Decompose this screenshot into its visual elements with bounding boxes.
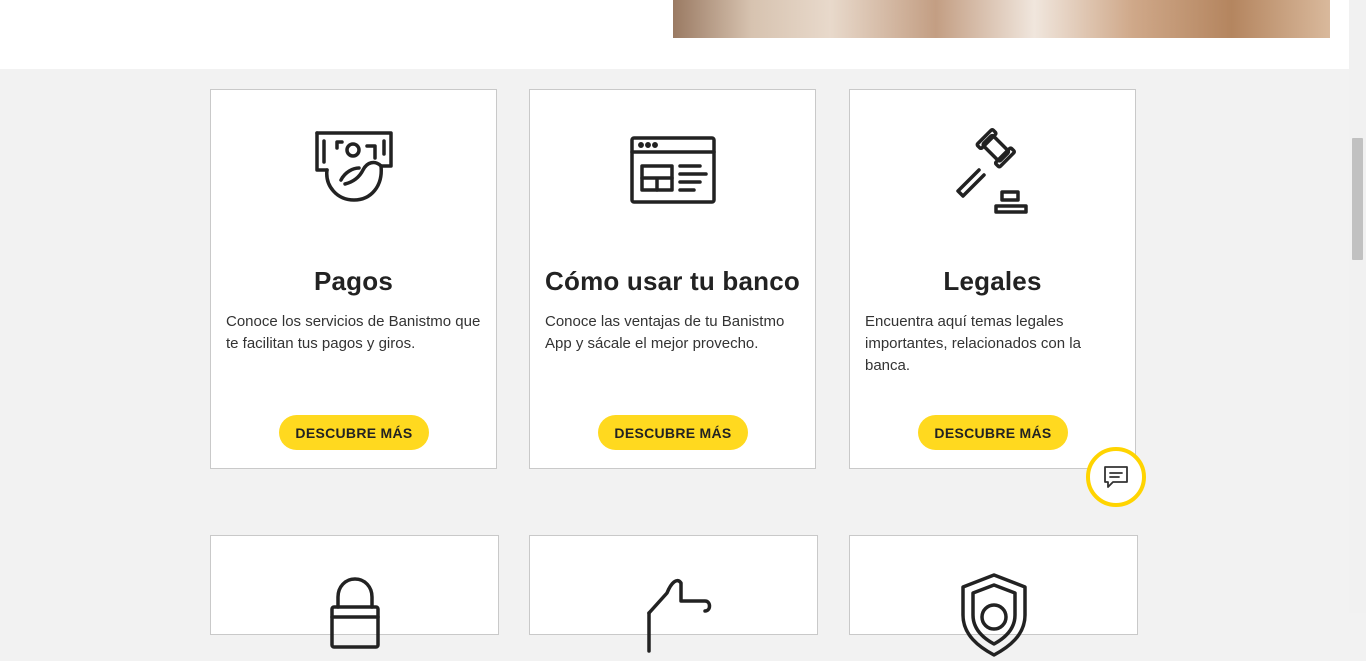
shield-check-icon — [949, 571, 1039, 661]
card-protection — [849, 535, 1138, 657]
chat-button[interactable] — [1086, 447, 1146, 507]
card-description: Conoce las ventajas de tu Banistmo App y… — [545, 313, 785, 352]
scrollbar-track[interactable] — [1349, 0, 1366, 613]
card-title: Pagos — [313, 266, 394, 296]
gavel-icon — [948, 128, 1038, 218]
discover-more-button[interactable]: DESCUBRE MÁS — [918, 415, 1068, 450]
browser-window-icon — [628, 128, 718, 218]
scrollbar-thumb[interactable] — [1352, 138, 1363, 260]
payment-hand-icon — [309, 128, 399, 218]
chat-bubble-icon — [1102, 463, 1130, 491]
card-benefits — [529, 535, 818, 653]
hero-banner-image — [673, 0, 1330, 38]
card-description: Conoce los servicios de Banistmo que te … — [226, 313, 481, 352]
discover-more-button[interactable]: DESCUBRE MÁS — [598, 415, 748, 450]
card-pagos: Pagos Conoce los servicios de Banistmo q… — [210, 89, 497, 469]
card-title: Legales — [943, 266, 1042, 296]
card-description: Encuentra aquí temas legales importantes… — [865, 313, 1081, 374]
top-section — [0, 0, 1349, 69]
card-title: Cómo usar tu banco — [545, 266, 800, 296]
thumbs-up-icon — [629, 571, 719, 661]
card-security — [210, 535, 499, 649]
lock-icon — [310, 571, 400, 661]
discover-more-button[interactable]: DESCUBRE MÁS — [279, 415, 429, 450]
card-como-usar-tu-banco: Cómo usar tu banco Conoce las ventajas d… — [529, 89, 816, 469]
card-legales: Legales Encuentra aquí temas legales imp… — [849, 89, 1136, 469]
